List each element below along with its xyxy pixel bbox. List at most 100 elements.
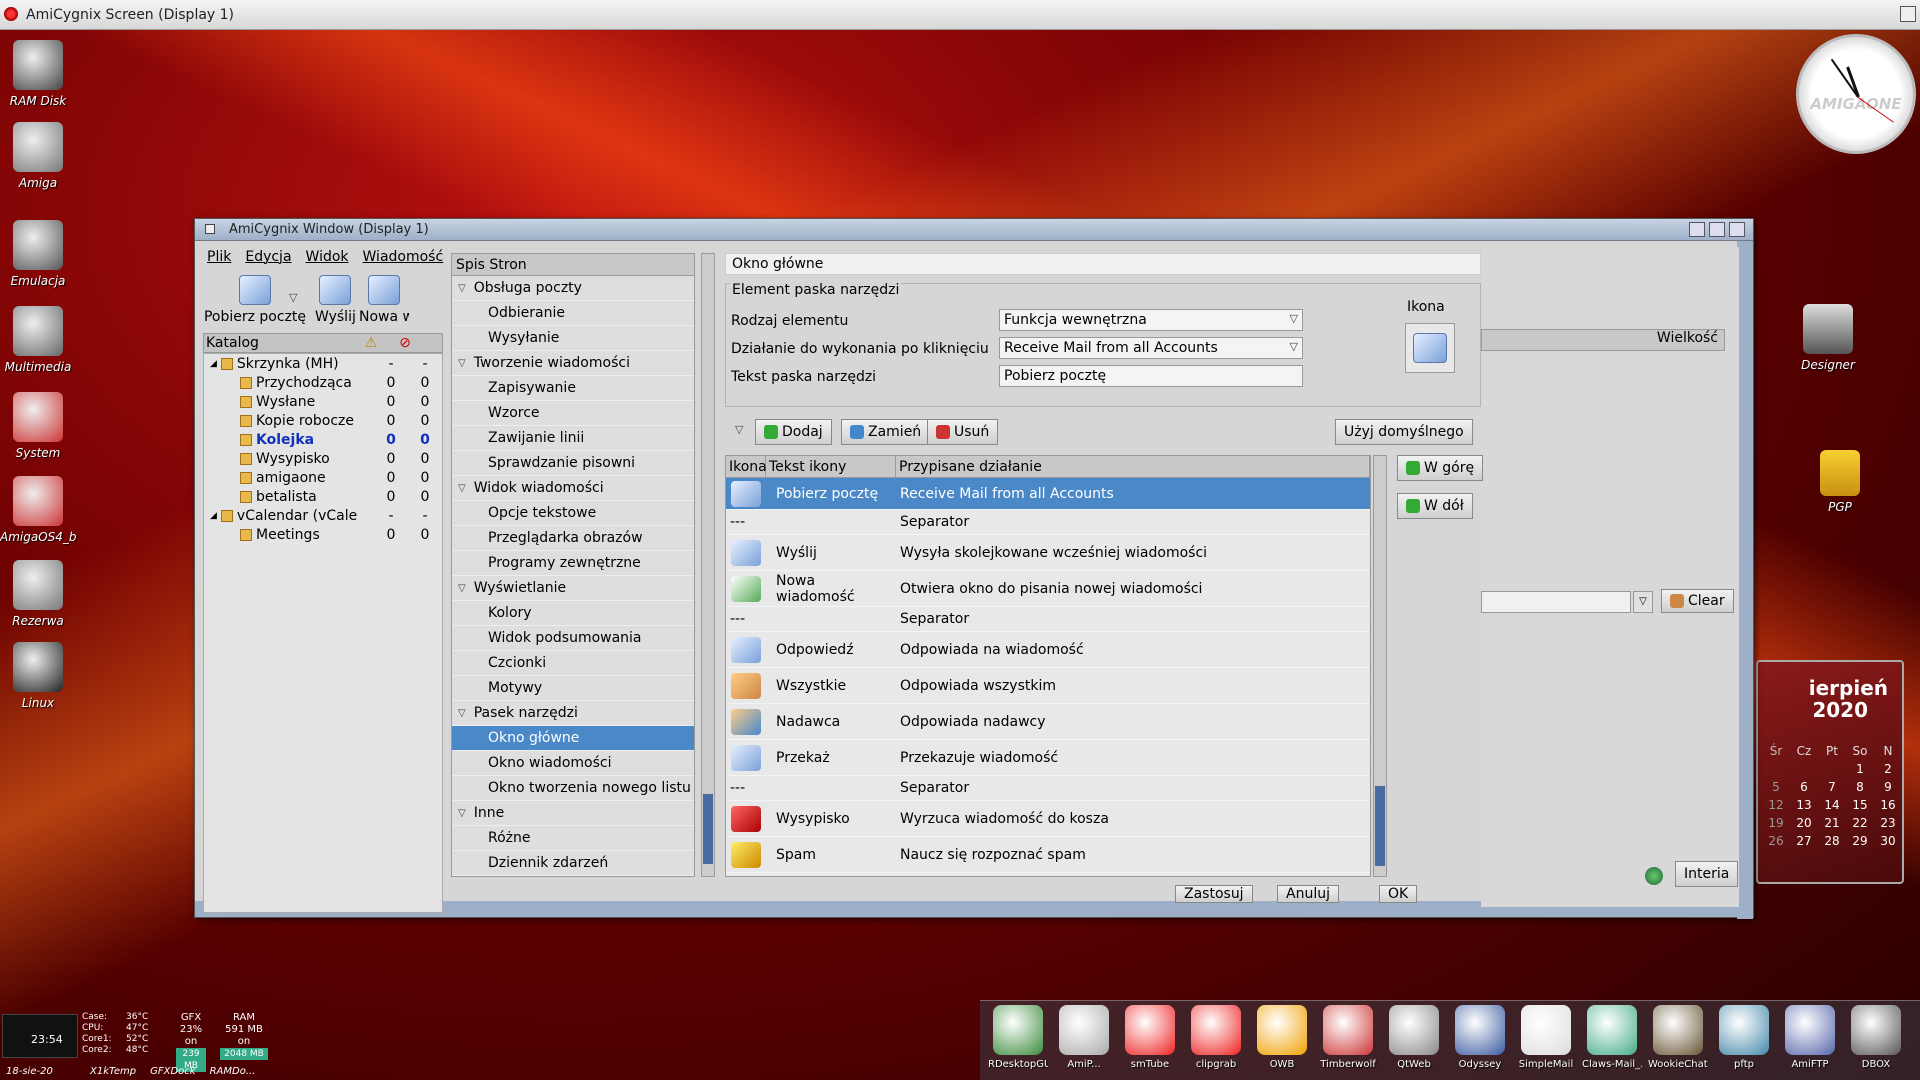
collapse-toggle-icon[interactable]: ▽ (735, 423, 743, 436)
new-column-icon[interactable]: ⊘ (388, 335, 422, 351)
desktop-icon[interactable]: PGP (1802, 450, 1878, 514)
folder-row[interactable]: ◢ vCalendar (vCale - - (204, 506, 442, 525)
dock-item[interactable]: clipgrab (1186, 1005, 1246, 1070)
toolbar-text-input[interactable]: Pobierz pocztę (999, 365, 1303, 387)
dock-item[interactable]: Timberwolf (1318, 1005, 1378, 1070)
folder-row[interactable]: Meetings 0 0 (204, 525, 442, 544)
table-scroll-thumb[interactable] (1375, 786, 1385, 866)
tree-toggle-icon[interactable]: ◢ (210, 359, 217, 369)
page-item[interactable]: Zapisywanie (452, 376, 694, 401)
dock-item[interactable]: pftp (1714, 1005, 1774, 1070)
col-icon-header[interactable]: Ikona (726, 456, 767, 477)
move-up-button[interactable]: W górę (1397, 455, 1484, 481)
icon-chooser-button[interactable] (1405, 323, 1455, 373)
ok-button[interactable]: OK (1379, 885, 1418, 903)
search-field[interactable] (1481, 591, 1631, 613)
dock-item[interactable]: AmiFTP (1780, 1005, 1840, 1070)
page-item[interactable]: Okno tworzenia nowego listu (452, 776, 694, 801)
page-item[interactable]: Opcje tekstowe (452, 501, 694, 526)
folder-row[interactable]: Przychodząca 0 0 (204, 373, 442, 392)
toolbar-button-2[interactable]: Nowa w (359, 275, 409, 325)
search-dropdown-button[interactable]: ▽ (1633, 591, 1653, 613)
desktop-icon[interactable]: Rezerwa (0, 560, 76, 628)
window-title-bar[interactable]: AmiCygnix Window (Display 1) (195, 219, 1753, 241)
page-item[interactable]: Przeglądarka obrazów (452, 526, 694, 551)
page-item[interactable]: Widok podsumowania (452, 626, 694, 651)
action-select[interactable]: Receive Mail from all Accounts ▽ (999, 337, 1303, 359)
pages-scroll-thumb[interactable] (703, 794, 713, 864)
table-row[interactable]: --- Separator (726, 510, 1370, 535)
clear-button[interactable]: Clear (1661, 589, 1734, 613)
folder-row[interactable]: amigaone 0 0 (204, 468, 442, 487)
page-category[interactable]: Tworzenie wiadomości (452, 351, 694, 376)
folder-column-katalog[interactable]: Katalog (204, 335, 354, 351)
folder-row[interactable]: Wysypisko 0 0 (204, 449, 442, 468)
page-item[interactable]: Różne (452, 826, 694, 851)
dock-item[interactable]: QtWeb (1384, 1005, 1444, 1070)
page-item[interactable]: Czcionki (452, 651, 694, 676)
folder-row[interactable]: Wysłane 0 0 (204, 392, 442, 411)
dock-item[interactable]: SimpleMail (1516, 1005, 1576, 1070)
table-row[interactable]: Nadawca Odpowiada nadawcy (726, 704, 1370, 740)
folder-row[interactable]: Kopie robocze 0 0 (204, 411, 442, 430)
dock-item[interactable]: RDesktopGUI (988, 1005, 1048, 1070)
add-button[interactable]: Dodaj (755, 419, 832, 445)
col-action-header[interactable]: Przypisane działanie (896, 456, 1370, 477)
page-item[interactable]: Sprawdzanie pisowni (452, 451, 694, 476)
menu-plik[interactable]: Plik (207, 249, 231, 271)
desktop-icon[interactable]: RAM Disk (0, 40, 76, 108)
page-item[interactable]: Zawijanie linii (452, 426, 694, 451)
table-row[interactable]: Spam Naucz się rozpoznać spam (726, 837, 1370, 873)
window-close-gadget[interactable] (205, 224, 215, 234)
table-row[interactable]: Wyślij Wysyła skolejkowane wcześniej wiad… (726, 535, 1370, 571)
dock-item[interactable]: OWB (1252, 1005, 1312, 1070)
toolbar-button-1[interactable]: Wyślij (315, 275, 355, 325)
desktop-icon[interactable]: Amiga (0, 122, 76, 190)
page-item[interactable]: Motywy (452, 676, 694, 701)
table-row[interactable]: Odpowiedź Odpowiada na wiadomość (726, 632, 1370, 668)
desktop-icon[interactable]: Designer (1790, 304, 1866, 372)
use-default-button[interactable]: Użyj domyślnego (1335, 419, 1473, 445)
page-category[interactable]: Inne (452, 801, 694, 826)
page-item[interactable]: Okno główne (452, 726, 694, 751)
toolbar-dropdown-icon[interactable]: ▽ (289, 291, 297, 304)
window-depth-gadget[interactable] (1729, 222, 1745, 237)
page-item[interactable]: Wzorce (452, 401, 694, 426)
cancel-button[interactable]: Anuluj (1277, 885, 1339, 903)
folder-row[interactable]: ◢ Skrzynka (MH) - - (204, 354, 442, 373)
table-scrollbar[interactable] (1373, 455, 1387, 877)
desktop-icon[interactable]: Emulacja (0, 220, 76, 288)
dock-item[interactable]: smTube (1120, 1005, 1180, 1070)
interia-button[interactable]: Interia (1675, 861, 1739, 887)
menu-widok[interactable]: Widok (306, 249, 349, 271)
element-type-select[interactable]: Funkcja wewnętrzna ▽ (999, 309, 1303, 331)
page-category[interactable]: Pasek narzędzi (452, 701, 694, 726)
size-column-header[interactable]: Wielkość (1481, 329, 1725, 351)
page-item[interactable]: Programy zewnętrzne (452, 551, 694, 576)
dock-item[interactable]: DBOX (1846, 1005, 1906, 1070)
page-item[interactable]: Kolory (452, 601, 694, 626)
dock-item[interactable]: WookieChat... (1648, 1005, 1708, 1070)
menu-wiadomość[interactable]: Wiadomość (363, 249, 444, 271)
window-iconify-gadget[interactable] (1689, 222, 1705, 237)
page-item[interactable]: Wysyłanie (452, 326, 694, 351)
table-row[interactable]: Pobierz pocztę Receive Mail from all Acco… (726, 478, 1370, 510)
page-category[interactable]: Wyświetlanie (452, 576, 694, 601)
move-down-button[interactable]: W dół (1397, 493, 1473, 519)
window-zoom-gadget[interactable] (1709, 222, 1725, 237)
page-item[interactable]: Odbieranie (452, 301, 694, 326)
page-item[interactable]: Dziennik zdarzeń (452, 851, 694, 876)
table-row[interactable]: Przekaż Przekazuje wiadomość (726, 740, 1370, 776)
col-text-header[interactable]: Tekst ikony (766, 456, 896, 477)
menu-edycja[interactable]: Edycja (245, 249, 291, 271)
folder-row[interactable]: Kolejka 0 0 (204, 430, 442, 449)
dock-item[interactable]: Claws-Mail_... (1582, 1005, 1642, 1070)
table-row[interactable]: Wszystkie Odpowiada wszystkim (726, 668, 1370, 704)
desktop-icon[interactable]: Multimedia (0, 306, 76, 374)
table-row[interactable]: Wysypisko Wyrzuca wiadomość do kosza (726, 801, 1370, 837)
desktop-icon[interactable]: System (0, 392, 76, 460)
unread-column-icon[interactable]: ⚠ (354, 335, 388, 351)
dock-item[interactable]: AmiP... (1054, 1005, 1114, 1070)
table-row[interactable]: --- Separator (726, 607, 1370, 632)
remove-button[interactable]: Usuń (927, 419, 999, 445)
